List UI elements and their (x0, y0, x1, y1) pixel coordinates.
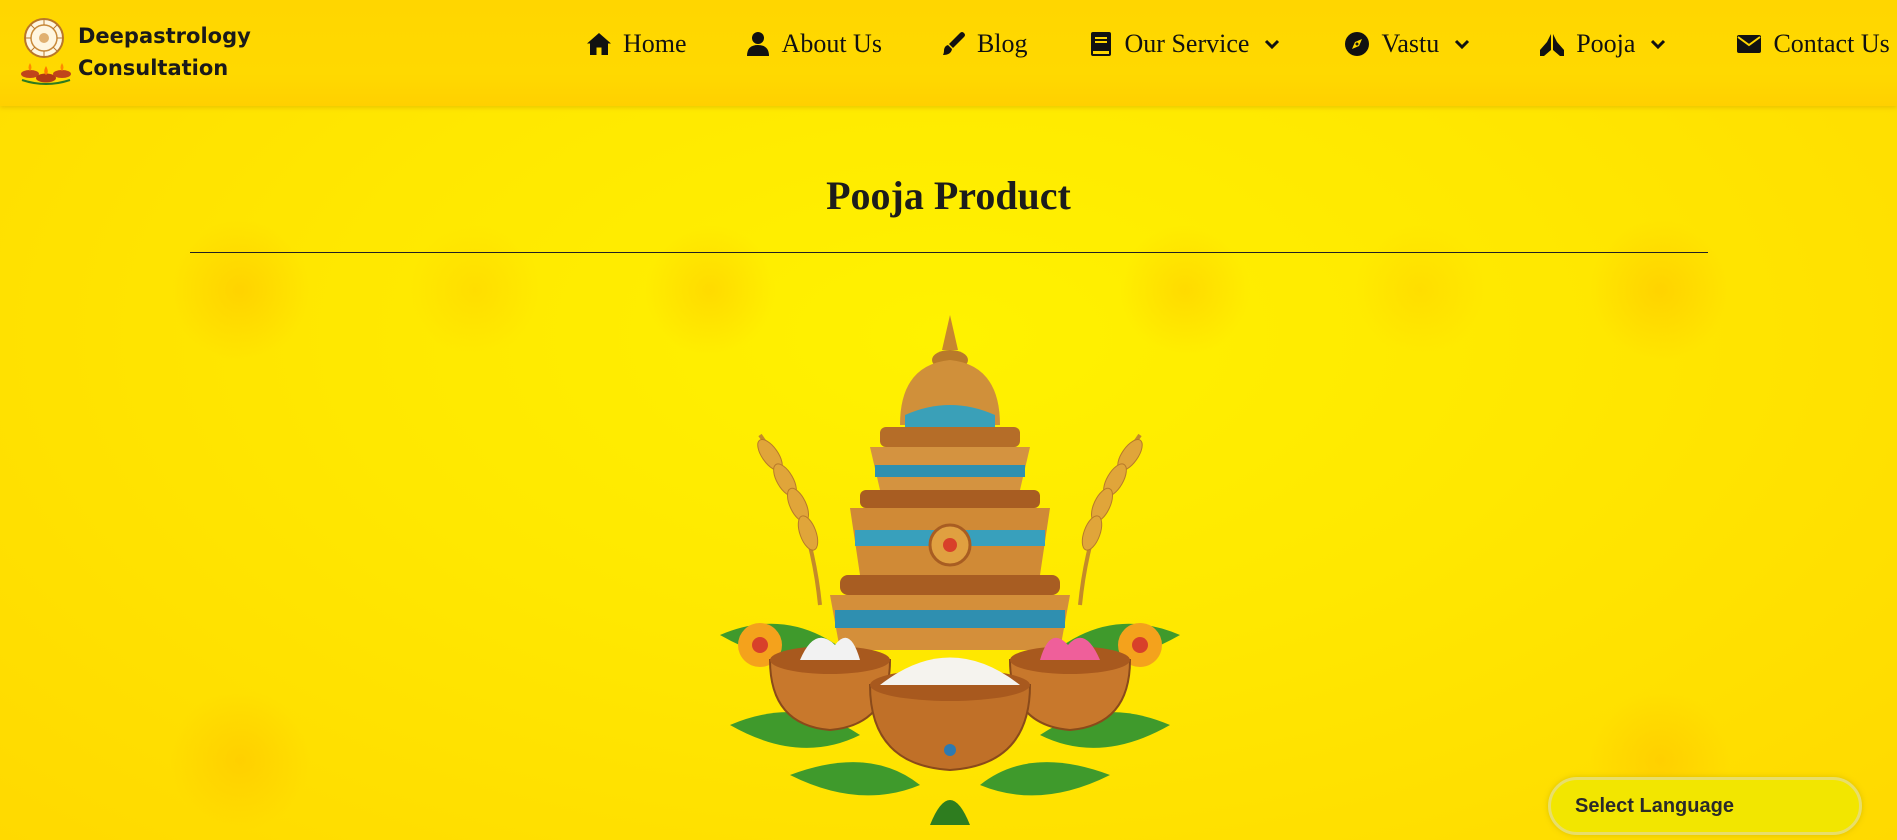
select-language-button[interactable]: Select Language (1548, 777, 1862, 835)
praying-hands-icon (1538, 30, 1566, 58)
chevron-down-icon (1649, 35, 1667, 53)
main-nav: Home About Us Blog Our Service Vastu Poo… (585, 26, 1890, 62)
nav-pooja-label: Pooja (1576, 29, 1636, 58)
nav-about-us[interactable]: About Us (744, 26, 882, 62)
brand-name: Deepastrology Consultation (78, 20, 251, 84)
nav-blog[interactable]: Blog (939, 26, 1028, 62)
compass-icon (1343, 30, 1371, 58)
nav-contact-label: Contact Us (1773, 29, 1890, 58)
book-icon (1087, 30, 1115, 58)
site-header: Deepastrology Consultation Home About Us… (0, 0, 1897, 106)
nav-blog-label: Blog (976, 29, 1028, 58)
user-icon (744, 30, 772, 58)
site-logo[interactable]: Deepastrology Consultation (20, 16, 251, 88)
nav-home[interactable]: Home (585, 26, 687, 62)
nav-our-service[interactable]: Our Service (1087, 26, 1282, 62)
page-title: Pooja Product (826, 173, 1071, 218)
chevron-down-icon (1263, 35, 1281, 53)
nav-contact-us[interactable]: Contact Us (1735, 26, 1890, 62)
home-icon (585, 30, 613, 58)
pen-brush-icon (939, 30, 967, 58)
brand-line-1: Deepastrology (78, 24, 251, 48)
title-divider (190, 252, 1708, 253)
nav-pooja[interactable]: Pooja (1538, 26, 1667, 62)
zodiac-diya-logo-icon (20, 16, 72, 88)
nav-about-label: About Us (781, 29, 882, 58)
nav-vastu-label: Vastu (1381, 29, 1440, 58)
pooja-kalash-image (700, 305, 1200, 825)
brand-line-2: Consultation (78, 56, 229, 80)
nav-home-label: Home (623, 29, 687, 58)
nav-our-service-label: Our Service (1124, 29, 1250, 58)
envelope-icon (1735, 30, 1763, 58)
select-language-label: Select Language (1575, 794, 1734, 817)
nav-vastu[interactable]: Vastu (1343, 26, 1471, 62)
chevron-down-icon (1453, 35, 1471, 53)
